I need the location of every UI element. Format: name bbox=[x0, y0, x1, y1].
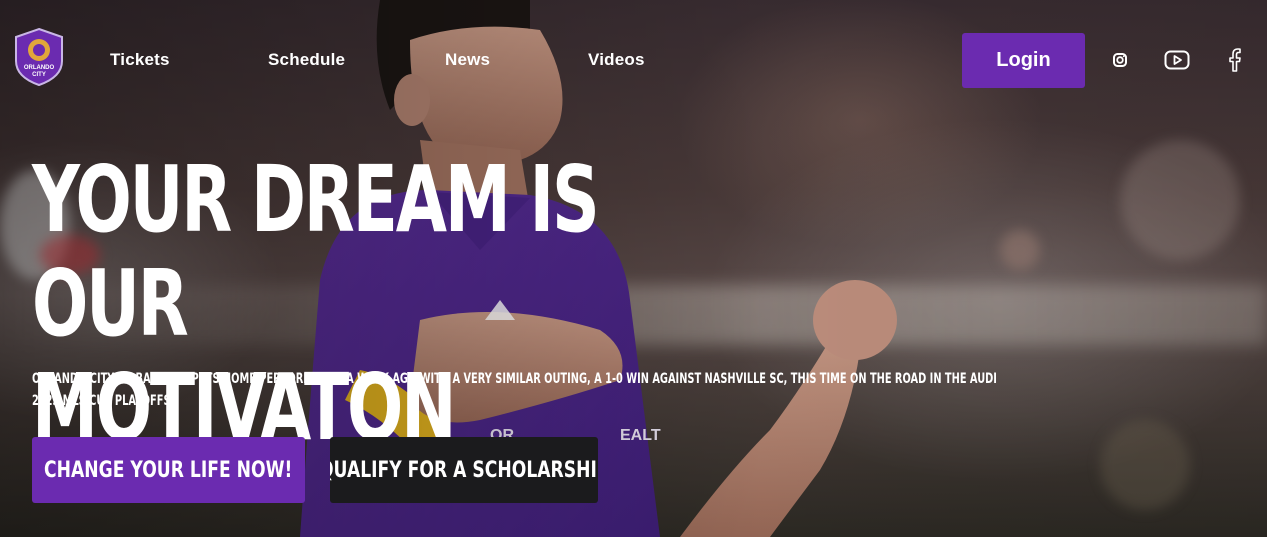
youtube-icon[interactable] bbox=[1163, 46, 1191, 74]
logo-text-city: CITY bbox=[32, 72, 46, 78]
nav-schedule[interactable]: Schedule bbox=[268, 50, 345, 70]
login-button[interactable]: Login bbox=[962, 33, 1085, 88]
cta-secondary-label: QUALIFY FOR A SCHOLARSHIP bbox=[330, 457, 598, 483]
logo-text-orlando: ORLANDO bbox=[24, 65, 55, 71]
change-your-life-button[interactable]: CHANGE YOUR LIFE NOW! bbox=[32, 437, 305, 503]
instagram-icon[interactable] bbox=[1106, 46, 1134, 74]
hero-headline-line1: YOUR DREAM IS OUR bbox=[32, 146, 600, 357]
nav-tickets[interactable]: Tickets bbox=[110, 50, 170, 70]
nav-videos[interactable]: Videos bbox=[588, 50, 645, 70]
cta-primary-label: CHANGE YOUR LIFE NOW! bbox=[44, 457, 293, 483]
qualify-scholarship-button[interactable]: QUALIFY FOR A SCHOLARSHIP bbox=[330, 437, 598, 503]
club-logo[interactable]: ORLANDO CITY bbox=[12, 27, 66, 87]
facebook-icon[interactable] bbox=[1221, 46, 1249, 74]
nav-news[interactable]: News bbox=[445, 50, 490, 70]
hero-headline: YOUR DREAM IS OUR MOTIVATON bbox=[32, 148, 709, 460]
hero-subtext: ORLANDO CITY SC BACKED UP ITS HOME PERFO… bbox=[32, 371, 997, 409]
